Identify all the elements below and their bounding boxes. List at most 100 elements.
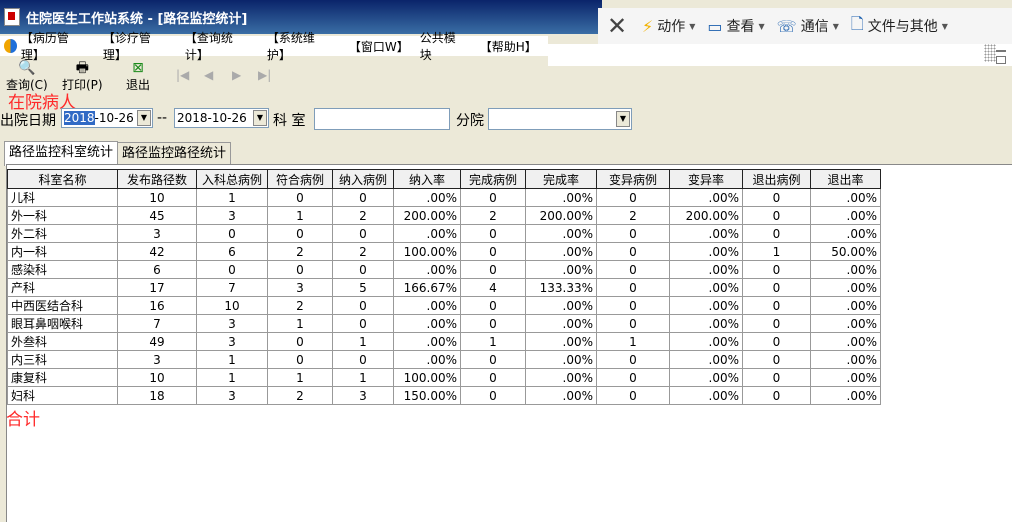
table-row[interactable]: 妇科 18 3 2 3 150.00% 0.00% 0.00% 0.00% — [7, 386, 881, 405]
table-cell[interactable]: 0 — [460, 296, 526, 315]
table-cell[interactable]: 0 — [332, 260, 394, 279]
table-cell[interactable]: 2 — [267, 386, 333, 405]
table-cell[interactable]: .00% — [810, 260, 881, 279]
table-cell[interactable]: .00% — [810, 278, 881, 297]
next-record-icon[interactable]: ▶ — [232, 68, 241, 82]
hospital-branch-select[interactable]: ▼ — [488, 108, 632, 130]
table-cell[interactable]: 10 — [117, 188, 197, 207]
table-row[interactable]: 产科 17 7 3 5 166.67% 4 133.33% 0.00% 0.00% — [7, 278, 881, 297]
table-row[interactable]: 康复科 10 1 1 1 100.00% 0.00% 0.00% 0.00% — [7, 368, 881, 387]
table-cell[interactable]: .00% — [810, 314, 881, 333]
table-cell[interactable]: 1 — [332, 332, 394, 351]
table-cell[interactable]: 0 — [596, 188, 670, 207]
table-cell[interactable]: 0 — [596, 224, 670, 243]
table-cell[interactable]: 产科 — [7, 278, 118, 297]
menu-diagnosis-treatment[interactable]: 【诊疗管理】 — [103, 29, 169, 63]
communication-menu-button[interactable]: ☏ 通信 ▼ — [777, 16, 839, 36]
table-cell[interactable]: 50.00% — [810, 242, 881, 261]
table-cell[interactable]: .00% — [525, 332, 597, 351]
table-cell[interactable]: 0 — [742, 350, 811, 369]
table-cell[interactable]: 150.00% — [393, 386, 461, 405]
table-cell[interactable]: 0 — [267, 332, 333, 351]
table-cell[interactable]: .00% — [810, 188, 881, 207]
table-cell[interactable]: 1 — [196, 188, 268, 207]
menu-system-maintenance[interactable]: 【系统维护】 — [267, 29, 333, 63]
table-cell[interactable]: 0 — [742, 296, 811, 315]
previous-record-icon[interactable]: ◀ — [204, 68, 213, 82]
table-cell[interactable]: 42 — [117, 242, 197, 261]
table-cell[interactable]: 1 — [460, 332, 526, 351]
table-cell[interactable]: 3 — [196, 206, 268, 225]
table-cell[interactable]: 0 — [596, 314, 670, 333]
table-cell[interactable]: 7 — [196, 278, 268, 297]
tab-department-statistics[interactable]: 路径监控科室统计 — [4, 141, 119, 166]
table-cell[interactable]: 0 — [196, 260, 268, 279]
file-menu-button[interactable]: 🗋 文件与其他 ▼ — [851, 13, 948, 40]
table-cell[interactable]: .00% — [525, 386, 597, 405]
table-cell[interactable]: 200.00% — [393, 206, 461, 225]
table-cell[interactable]: 儿科 — [7, 188, 118, 207]
table-cell[interactable]: 17 — [117, 278, 197, 297]
chevron-down-icon[interactable]: ▼ — [616, 111, 630, 127]
menu-help[interactable]: 【帮助H】 — [480, 38, 537, 55]
table-cell[interactable]: .00% — [669, 224, 743, 243]
table-cell[interactable]: 0 — [332, 188, 394, 207]
table-cell[interactable]: 49 — [117, 332, 197, 351]
table-cell[interactable]: 0 — [332, 224, 394, 243]
table-cell[interactable]: 内三科 — [7, 350, 118, 369]
table-cell[interactable]: .00% — [669, 278, 743, 297]
table-cell[interactable]: .00% — [393, 224, 461, 243]
table-cell[interactable]: 0 — [596, 242, 670, 261]
table-cell[interactable]: 感染科 — [7, 260, 118, 279]
table-cell[interactable]: 1 — [196, 350, 268, 369]
table-cell[interactable]: 0 — [460, 368, 526, 387]
table-cell[interactable]: 2 — [267, 296, 333, 315]
table-cell[interactable]: 166.67% — [393, 278, 461, 297]
table-cell[interactable]: 0 — [267, 188, 333, 207]
table-cell[interactable]: 0 — [332, 314, 394, 333]
chevron-down-icon[interactable]: ▼ — [137, 110, 151, 126]
table-cell[interactable]: 内一科 — [7, 242, 118, 261]
table-cell[interactable]: 3 — [332, 386, 394, 405]
table-cell[interactable]: 0 — [460, 260, 526, 279]
table-cell[interactable]: 眼耳鼻咽喉科 — [7, 314, 118, 333]
table-cell[interactable]: .00% — [525, 224, 597, 243]
table-cell[interactable]: 0 — [742, 224, 811, 243]
table-cell[interactable]: .00% — [669, 242, 743, 261]
table-cell[interactable]: .00% — [669, 188, 743, 207]
table-cell[interactable]: 0 — [596, 260, 670, 279]
table-cell[interactable]: 0 — [460, 386, 526, 405]
table-cell[interactable]: 10 — [196, 296, 268, 315]
minimize-icon[interactable] — [996, 50, 1006, 52]
table-cell[interactable]: .00% — [525, 296, 597, 315]
table-cell[interactable]: 45 — [117, 206, 197, 225]
column-header[interactable]: 纳入病例 — [332, 169, 394, 189]
action-menu-button[interactable]: ⚡ 动作 ▼ — [642, 16, 695, 36]
table-cell[interactable]: 0 — [460, 350, 526, 369]
table-cell[interactable]: 200.00% — [525, 206, 597, 225]
table-row[interactable]: 外一科 45 3 1 2 200.00% 2 200.00% 2 200.00% 0.00% — [7, 206, 881, 225]
table-cell[interactable]: .00% — [393, 332, 461, 351]
table-cell[interactable]: 0 — [596, 278, 670, 297]
table-cell[interactable]: 6 — [196, 242, 268, 261]
table-cell[interactable]: 2 — [460, 206, 526, 225]
table-row[interactable]: 外叁科 49 3 0 1.00% 1.00% 1.00% 0.00% — [7, 332, 881, 351]
table-row[interactable]: 内三科 3 1 0 0.00% 0.00% 0.00% 0.00% — [7, 350, 881, 369]
table-cell[interactable]: 1 — [332, 368, 394, 387]
first-record-icon[interactable]: |◀ — [176, 68, 189, 82]
table-cell[interactable]: 1 — [596, 332, 670, 351]
table-cell[interactable]: .00% — [669, 314, 743, 333]
table-cell[interactable]: 0 — [742, 314, 811, 333]
table-cell[interactable]: .00% — [393, 188, 461, 207]
table-cell[interactable]: 0 — [267, 260, 333, 279]
table-cell[interactable]: 6 — [117, 260, 197, 279]
table-cell[interactable]: 2 — [332, 242, 394, 261]
table-row[interactable]: 儿科 10 1 0 0.00% 0.00% 0.00% 0.00% — [7, 188, 881, 207]
table-cell[interactable]: 2 — [332, 206, 394, 225]
table-cell[interactable]: .00% — [810, 332, 881, 351]
table-cell[interactable]: 1 — [267, 314, 333, 333]
table-cell[interactable]: 0 — [332, 296, 394, 315]
table-cell[interactable]: 0 — [267, 350, 333, 369]
menu-public-module[interactable]: 公共模块 — [420, 29, 464, 63]
table-cell[interactable]: 中西医结合科 — [7, 296, 118, 315]
